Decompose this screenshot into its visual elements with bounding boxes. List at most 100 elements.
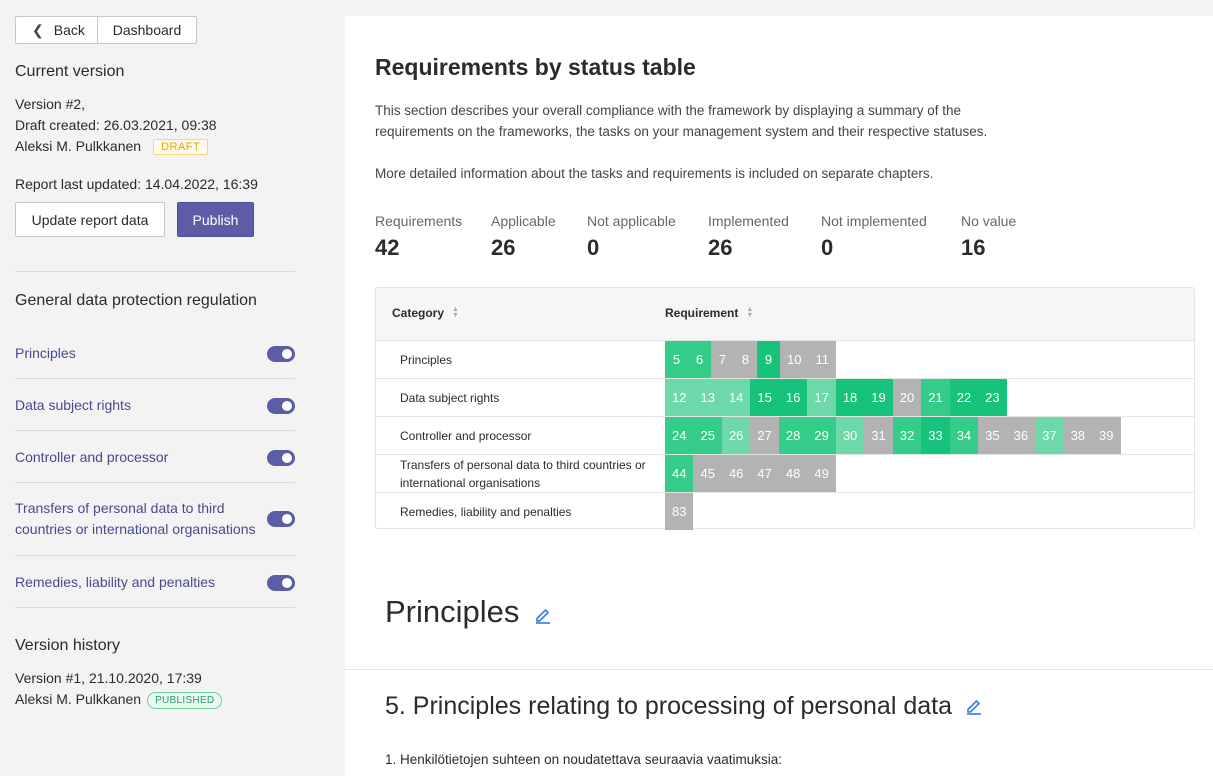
edit-icon[interactable]: [534, 596, 552, 632]
stat-value: 26: [708, 235, 733, 260]
sort-icon: ▲ ▼: [746, 306, 754, 319]
author-line: Aleksi M. Pulkkanen DRAFT: [15, 138, 209, 155]
article-heading-text: 5. Principles relating to processing of …: [385, 692, 952, 720]
divider: [15, 271, 295, 272]
toggle-label[interactable]: Controller and processor: [15, 447, 168, 468]
dashboard-button[interactable]: Dashboard: [98, 16, 197, 44]
category-cell: Data subject rights: [400, 390, 500, 405]
divider: [15, 482, 295, 483]
requirement-cell[interactable]: 36: [1006, 417, 1036, 454]
divider: [15, 430, 295, 431]
category-cell: Transfers of personal data to third coun…: [400, 457, 646, 490]
toggle-switch[interactable]: [267, 345, 295, 362]
requirement-cell[interactable]: 26: [721, 417, 751, 454]
stat-value: 26: [491, 235, 516, 260]
requirement-cell[interactable]: 30: [835, 417, 865, 454]
requirement-cell[interactable]: 15: [750, 379, 779, 416]
toggle-row-controller: Controller and processor: [15, 447, 295, 468]
last-updated: Report last updated: 14.04.2022, 16:39: [15, 176, 258, 192]
requirement-cell[interactable]: 33: [921, 417, 950, 454]
stat-value: 42: [375, 235, 400, 260]
requirement-cell[interactable]: 5: [665, 341, 688, 378]
requirement-cell[interactable]: 19: [864, 379, 893, 416]
requirement-cell[interactable]: 39: [1092, 417, 1121, 454]
stat-applicable: Applicable 26: [491, 213, 556, 261]
table-row: Transfers of personal data to third coun…: [376, 455, 1194, 493]
requirement-cell[interactable]: 21: [921, 379, 950, 416]
requirement-cell[interactable]: 35: [978, 417, 1007, 454]
requirement-cell[interactable]: 45: [693, 455, 722, 492]
stat-label: Requirements: [375, 213, 463, 229]
requirements-table: Category ▲ ▼ Requirement ▲ ▼ Principles 5 6 7…: [375, 287, 1195, 530]
publish-button[interactable]: Publish: [177, 202, 254, 237]
toggle-switch[interactable]: [267, 574, 295, 591]
column-header-requirement[interactable]: Requirement ▲ ▼: [665, 306, 753, 320]
requirement-cells: 24 25 26 27 28 29 30 31 32 33 34 35 36 37 38 39: [665, 417, 1121, 454]
requirement-cell[interactable]: 17: [807, 379, 836, 416]
requirement-cell[interactable]: 24: [665, 417, 694, 454]
toggle-switch[interactable]: [267, 511, 295, 527]
requirement-cell[interactable]: 23: [978, 379, 1007, 416]
requirement-cell[interactable]: 13: [693, 379, 722, 416]
history-version: Version #1, 21.10.2020, 17:39: [15, 670, 202, 686]
version-history-title: Version history: [15, 637, 120, 654]
divider: [15, 607, 295, 608]
requirement-cell[interactable]: 29: [807, 417, 836, 454]
requirement-cell[interactable]: 38: [1063, 417, 1093, 454]
requirement-cell[interactable]: 16: [778, 379, 808, 416]
requirement-cell[interactable]: 12: [665, 379, 694, 416]
requirement-cell[interactable]: 31: [864, 417, 893, 454]
requirement-cell[interactable]: 48: [778, 455, 808, 492]
stat-implemented: Implemented 26: [708, 213, 789, 261]
requirement-cell[interactable]: 18: [835, 379, 865, 416]
toggle-row-remedies: Remedies, liability and penalties: [15, 572, 295, 593]
back-label: Back: [53, 22, 85, 38]
toggle-label[interactable]: Transfers of personal data to third coun…: [15, 498, 265, 540]
requirement-cell[interactable]: 7: [711, 341, 734, 378]
requirement-cells: 83: [665, 493, 694, 530]
requirement-cell[interactable]: 37: [1035, 417, 1064, 454]
stat-requirements: Requirements 42: [375, 213, 462, 261]
requirement-cell[interactable]: 20: [892, 379, 922, 416]
stat-not-applicable: Not applicable 0: [587, 213, 676, 261]
stat-label: Not applicable: [587, 213, 676, 229]
toggle-row-data-subject-rights: Data subject rights: [15, 395, 295, 416]
sort-icon: ▲ ▼: [452, 306, 459, 319]
published-badge: PUBLISHED: [147, 692, 223, 709]
requirement-cell[interactable]: 9: [757, 341, 780, 378]
update-report-button[interactable]: Update report data: [15, 202, 165, 237]
current-version-title: Current version: [15, 63, 125, 80]
requirement-cell[interactable]: 83: [665, 493, 694, 530]
toggle-switch[interactable]: [267, 397, 295, 414]
requirement-cell[interactable]: 49: [807, 455, 836, 492]
description: This section describes your overall comp…: [375, 103, 988, 139]
toggle-switch[interactable]: [267, 449, 295, 466]
category-cell: Principles: [400, 352, 453, 367]
requirement-cell[interactable]: 11: [808, 341, 836, 378]
toggle-label[interactable]: Principles: [15, 343, 76, 364]
requirement-cells: 5 6 7 8 9 10 11: [665, 341, 836, 378]
stat-label: Applicable: [491, 213, 556, 229]
requirement-cell[interactable]: 34: [949, 417, 979, 454]
requirement-cell[interactable]: 25: [693, 417, 722, 454]
edit-icon[interactable]: [965, 693, 983, 722]
stat-value: 0: [821, 235, 834, 260]
requirement-cell[interactable]: 47: [750, 455, 779, 492]
requirement-cell[interactable]: 8: [734, 341, 757, 378]
page-title: Requirements by status table: [375, 54, 696, 80]
requirement-cell[interactable]: 32: [892, 417, 922, 454]
requirement-cell[interactable]: 27: [750, 417, 779, 454]
requirement-cell[interactable]: 46: [721, 455, 751, 492]
requirement-cell[interactable]: 6: [688, 341, 711, 378]
requirement-cell[interactable]: 10: [780, 341, 809, 378]
back-button[interactable]: ❮ Back: [15, 16, 98, 44]
divider: [15, 378, 295, 379]
requirement-cell[interactable]: 14: [721, 379, 751, 416]
column-header-category[interactable]: Category ▲ ▼: [392, 306, 459, 320]
requirement-cell[interactable]: 22: [949, 379, 979, 416]
sidebar: ❮ Back Dashboard Current version Version…: [0, 0, 345, 776]
requirement-cell[interactable]: 44: [665, 455, 694, 492]
requirement-cell[interactable]: 28: [778, 417, 808, 454]
toggle-label[interactable]: Data subject rights: [15, 395, 131, 416]
toggle-label[interactable]: Remedies, liability and penalties: [15, 572, 215, 593]
